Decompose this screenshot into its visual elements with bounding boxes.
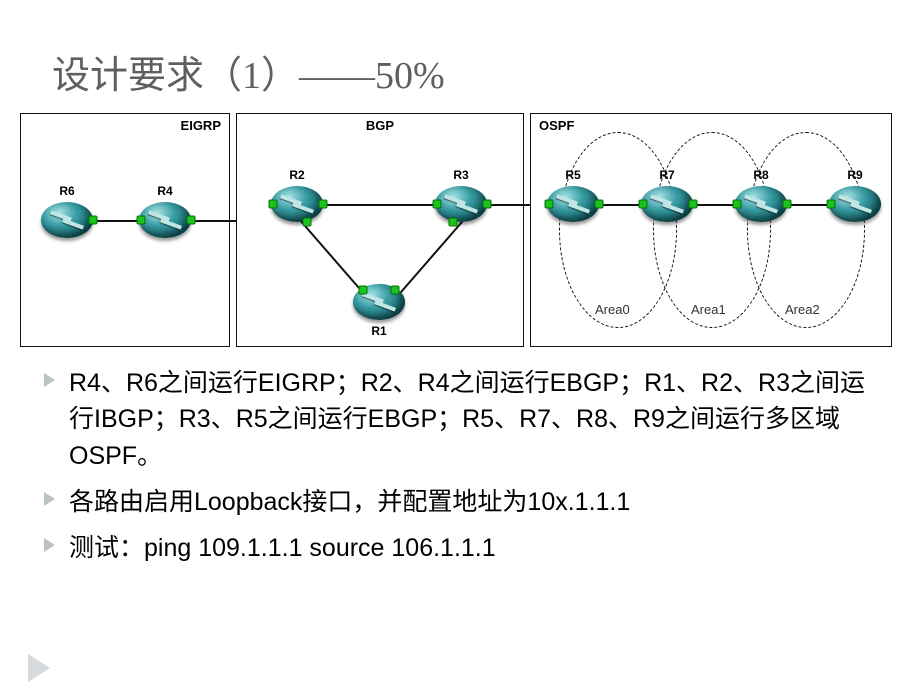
bullet-3-text: 测试：ping 109.1.1.1 source 106.1.1.1 — [69, 530, 496, 566]
router-icon — [735, 186, 787, 222]
router-r2-label: R2 — [289, 168, 304, 182]
router-icon — [641, 186, 693, 222]
port-icon — [783, 200, 792, 209]
router-r6-label: R6 — [59, 184, 74, 198]
port-icon — [545, 200, 554, 209]
area2-ellipse — [747, 132, 865, 328]
bullet-icon — [44, 538, 55, 552]
port-icon — [303, 218, 312, 227]
router-r7: R7 — [641, 186, 693, 222]
router-r8-label: R8 — [753, 168, 768, 182]
port-icon — [359, 286, 368, 295]
link-r2-r3 — [319, 204, 441, 206]
area1-label: Area1 — [691, 302, 726, 317]
port-icon — [319, 200, 328, 209]
router-icon — [41, 202, 93, 238]
area2-label: Area2 — [785, 302, 820, 317]
bullet-3: 测试：ping 109.1.1.1 source 106.1.1.1 — [44, 530, 880, 566]
port-icon — [89, 216, 98, 225]
area0-label: Area0 — [595, 302, 630, 317]
router-r9: R9 — [829, 186, 881, 222]
port-icon — [187, 216, 196, 225]
bullet-icon — [44, 492, 55, 506]
ospf-label: OSPF — [539, 118, 574, 133]
router-r9-label: R9 — [847, 168, 862, 182]
port-icon — [595, 200, 604, 209]
port-icon — [137, 216, 146, 225]
slide-title: 设计要求（1）——50% — [0, 0, 920, 99]
router-r6: R6 — [41, 202, 93, 238]
router-icon — [829, 186, 881, 222]
eigrp-box: EIGRP R6 R4 — [20, 113, 230, 347]
network-diagram: EIGRP R6 R4 BGP R2 R3 R1 — [20, 113, 900, 347]
bullet-1-text: R4、R6之间运行EIGRP；R2、R4之间运行EBGP；R1、R2、R3之间运… — [69, 365, 880, 474]
slide-tab-icon — [28, 654, 50, 682]
bullet-icon — [44, 373, 55, 387]
port-icon — [689, 200, 698, 209]
router-r3: R3 — [435, 186, 487, 222]
bgp-box: BGP R2 R3 R1 — [236, 113, 524, 347]
port-icon — [269, 200, 278, 209]
ospf-box: OSPF Area0 Area1 Area2 R5 R7 R8 R9 — [530, 113, 892, 347]
link-ospf-bus — [571, 204, 851, 206]
port-icon — [827, 200, 836, 209]
router-icon — [139, 202, 191, 238]
bullet-2: 各路由启用Loopback接口，并配置地址为10x.1.1.1 — [44, 484, 880, 520]
port-icon — [391, 286, 400, 295]
router-r4: R4 — [139, 202, 191, 238]
router-icon — [435, 186, 487, 222]
port-icon — [449, 218, 458, 227]
router-icon — [547, 186, 599, 222]
port-icon — [733, 200, 742, 209]
router-r1-label: R1 — [371, 324, 386, 338]
port-icon — [483, 200, 492, 209]
bullet-1: R4、R6之间运行EIGRP；R2、R4之间运行EBGP；R1、R2、R3之间运… — [44, 365, 880, 474]
port-icon — [433, 200, 442, 209]
bullet-list: R4、R6之间运行EIGRP；R2、R4之间运行EBGP；R1、R2、R3之间运… — [44, 365, 880, 566]
bgp-label: BGP — [366, 118, 394, 133]
router-r4-label: R4 — [157, 184, 172, 198]
router-r8: R8 — [735, 186, 787, 222]
router-r7-label: R7 — [659, 168, 674, 182]
router-r5: R5 — [547, 186, 599, 222]
router-icon — [271, 186, 323, 222]
router-r2: R2 — [271, 186, 323, 222]
router-r5-label: R5 — [565, 168, 580, 182]
eigrp-label: EIGRP — [181, 118, 221, 133]
port-icon — [639, 200, 648, 209]
bullet-2-text: 各路由启用Loopback接口，并配置地址为10x.1.1.1 — [69, 484, 630, 520]
router-r3-label: R3 — [453, 168, 468, 182]
